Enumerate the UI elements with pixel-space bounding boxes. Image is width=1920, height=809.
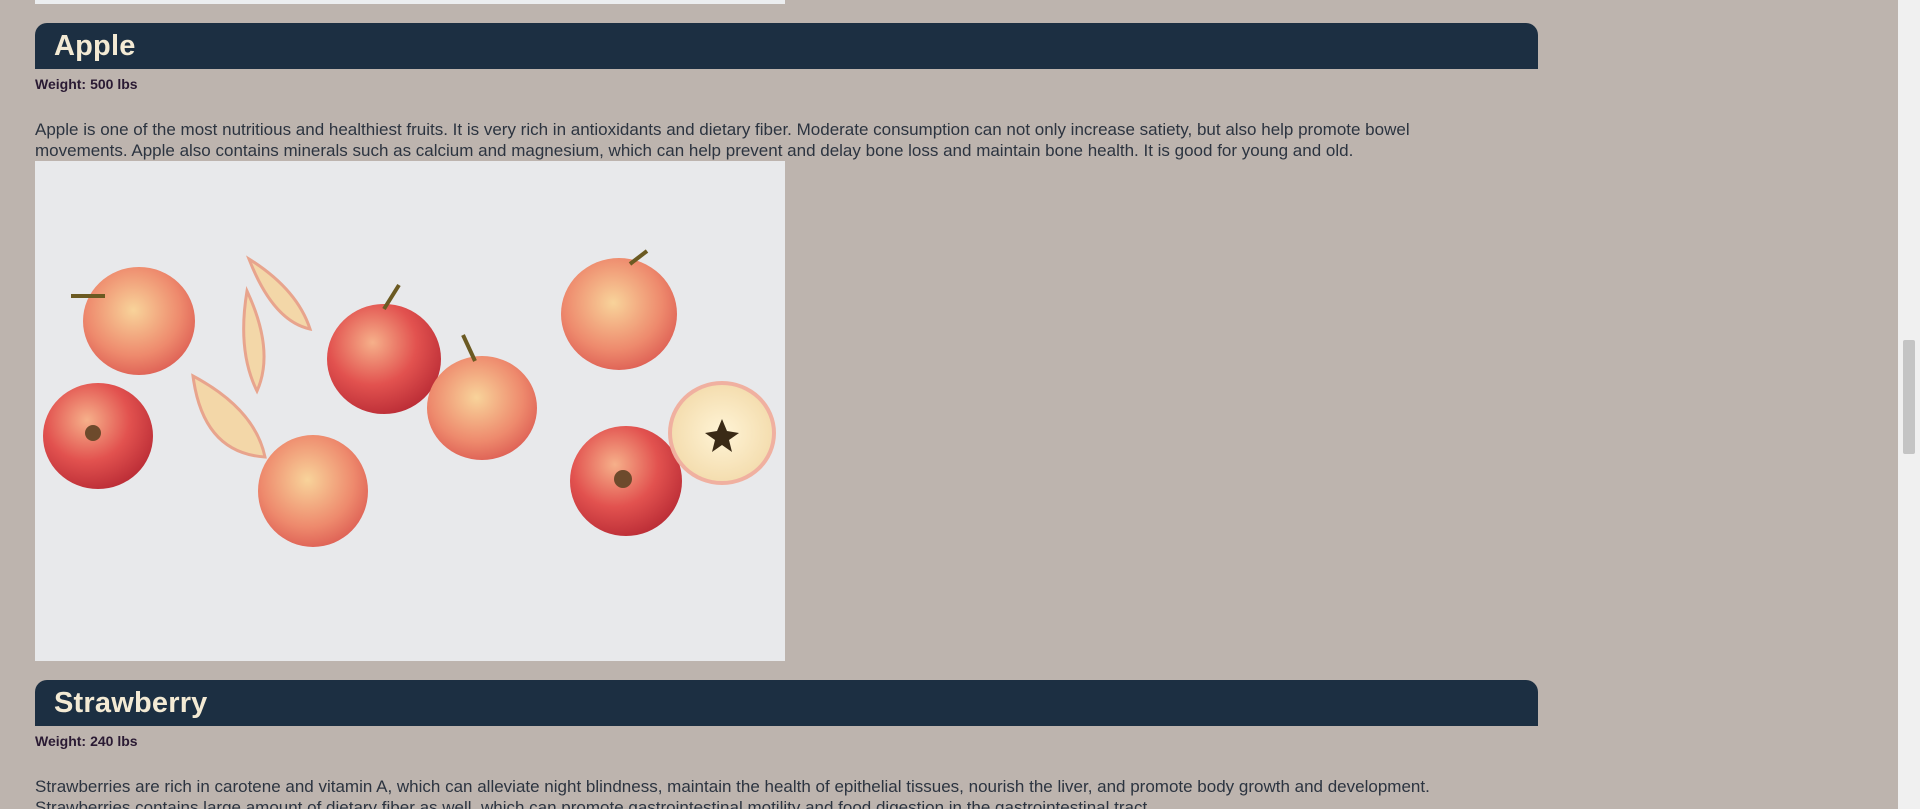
weight-label: Weight: xyxy=(35,733,87,749)
fruit-card-apple: Apple Weight: 500 lbs Apple is one of the… xyxy=(35,23,1538,661)
vertical-scrollbar[interactable] xyxy=(1898,0,1920,809)
fruit-list: Apple Weight: 500 lbs Apple is one of the… xyxy=(35,0,1538,809)
fruit-card-strawberry: Strawberry Weight: 240 lbs Strawberries a… xyxy=(35,680,1538,809)
fruit-header: Strawberry xyxy=(35,680,1538,726)
fruit-weight: Weight: 240 lbs xyxy=(35,733,1538,749)
scrollbar-thumb[interactable] xyxy=(1903,340,1915,454)
page-viewport: Apple Weight: 500 lbs Apple is one of the… xyxy=(0,0,1920,809)
fruit-weight: Weight: 500 lbs xyxy=(35,76,1538,92)
weight-label: Weight: xyxy=(35,76,87,92)
fruit-description: Apple is one of the most nutritious and … xyxy=(35,120,1410,160)
weight-value: 240 lbs xyxy=(90,733,138,749)
weight-value: 500 lbs xyxy=(90,76,138,92)
fruit-title: Strawberry xyxy=(54,686,208,719)
fruit-title: Apple xyxy=(54,29,136,62)
fruit-description: Strawberries are rich in carotene and vi… xyxy=(35,777,1430,809)
apple-photo xyxy=(35,161,785,661)
fruit-header: Apple xyxy=(35,23,1538,69)
previous-fruit-image xyxy=(35,0,785,4)
